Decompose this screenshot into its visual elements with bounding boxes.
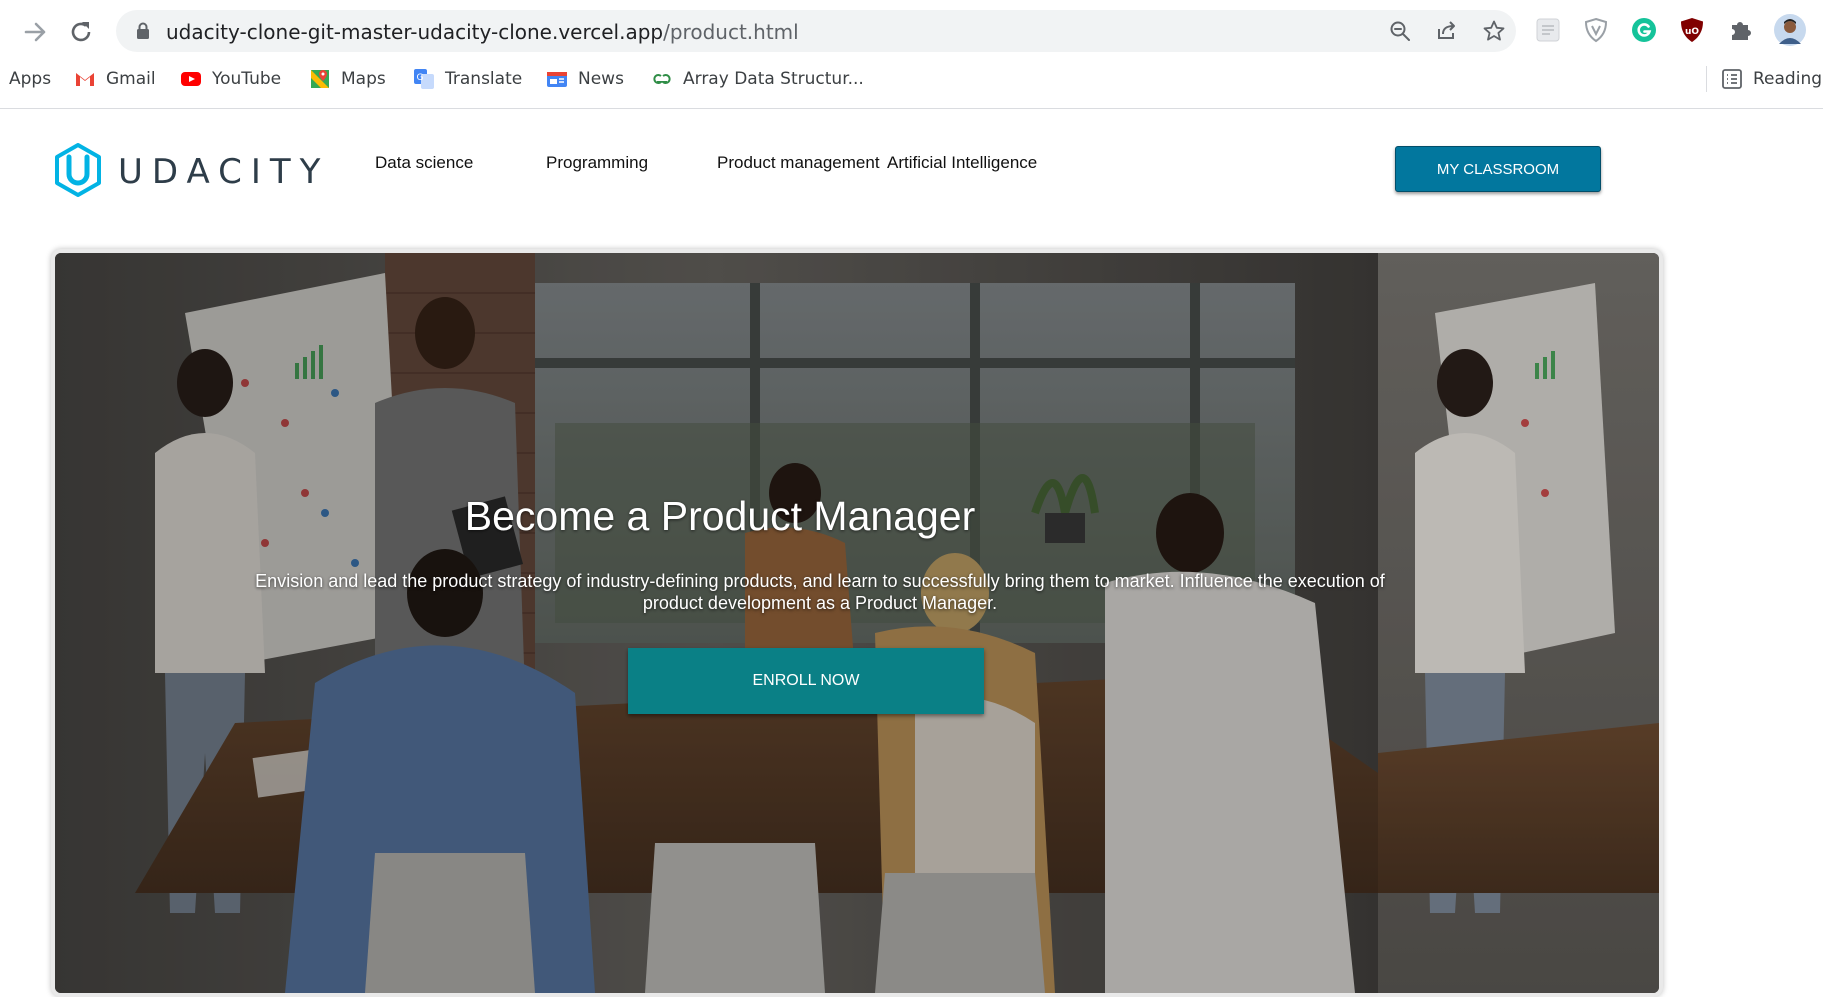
- hero-title: Become a Product Manager: [464, 493, 976, 539]
- bookmark-youtube[interactable]: YouTube: [180, 66, 281, 92]
- reload-icon[interactable]: [66, 17, 96, 47]
- udacity-logo[interactable]: UDACITY: [54, 142, 324, 202]
- nav-product-management[interactable]: Product management: [717, 153, 880, 173]
- hero-banner: Become a Product Manager Envision and le…: [51, 249, 1663, 997]
- bookmark-label: YouTube: [212, 69, 282, 89]
- puzzle-icon[interactable]: [1726, 16, 1754, 44]
- gmail-icon: [74, 68, 96, 90]
- svg-text:G: G: [417, 73, 424, 83]
- bookmark-label: Gmail: [106, 69, 156, 89]
- udacity-logo-icon: [54, 142, 102, 202]
- bookmark-gmail[interactable]: Gmail: [74, 66, 156, 92]
- my-classroom-button[interactable]: MY CLASSROOM: [1395, 146, 1601, 192]
- bookmark-label: Translate: [445, 69, 523, 89]
- forward-arrow-icon[interactable]: [20, 17, 50, 47]
- enroll-now-button[interactable]: ENROLL NOW: [628, 648, 984, 714]
- reading-list-button[interactable]: Reading: [1706, 66, 1822, 92]
- bookmark-news[interactable]: News: [546, 66, 624, 92]
- bookmark-array-data-structures[interactable]: Array Data Structur...: [651, 66, 864, 92]
- news-icon: [546, 68, 568, 90]
- lock-icon[interactable]: [136, 22, 150, 40]
- bookmark-maps[interactable]: Maps: [309, 66, 386, 92]
- extension-icon[interactable]: [1534, 16, 1562, 44]
- share-icon[interactable]: [1435, 19, 1459, 43]
- youtube-icon: [180, 68, 202, 90]
- bookmark-label: News: [578, 69, 624, 89]
- ublock-icon[interactable]: uO: [1678, 16, 1706, 44]
- star-icon[interactable]: [1482, 19, 1506, 43]
- geeksforgeeks-icon: [651, 68, 673, 90]
- shield-icon[interactable]: [1582, 16, 1610, 44]
- bookmark-translate[interactable]: G Translate: [413, 66, 522, 92]
- grammarly-icon[interactable]: [1630, 16, 1658, 44]
- hero-background-image: [55, 253, 1659, 993]
- profile-avatar[interactable]: [1774, 14, 1806, 46]
- bookmark-label: Apps: [9, 69, 52, 89]
- bookmark-label: Array Data Structur...: [683, 69, 864, 89]
- site-header: UDACITY Data science Programming Product…: [0, 109, 1823, 239]
- browser-chrome: udacity-clone-git-master-udacity-clone.v…: [0, 0, 1823, 109]
- bookmarks-bar: Apps Gmail YouTube Maps G Translate News…: [0, 62, 1823, 98]
- reading-list-icon: [1721, 68, 1743, 90]
- address-bar[interactable]: udacity-clone-git-master-udacity-clone.v…: [116, 10, 1516, 52]
- nav-data-science[interactable]: Data science: [375, 153, 473, 173]
- translate-icon: G: [413, 68, 435, 90]
- svg-text:uO: uO: [1685, 27, 1699, 37]
- zoom-icon[interactable]: [1388, 19, 1412, 43]
- url-text[interactable]: udacity-clone-git-master-udacity-clone.v…: [166, 20, 799, 44]
- bookmark-label: Maps: [341, 69, 386, 89]
- url-path: /product.html: [663, 20, 799, 44]
- reading-list-label: Reading: [1753, 69, 1823, 89]
- maps-icon: [309, 68, 331, 90]
- url-host: udacity-clone-git-master-udacity-clone.v…: [166, 20, 664, 44]
- nav-programming[interactable]: Programming: [546, 153, 648, 173]
- bookmark-apps[interactable]: Apps: [9, 66, 51, 92]
- logo-text: UDACITY: [118, 152, 330, 192]
- hero-description: Envision and lead the product strategy o…: [255, 571, 1385, 613]
- nav-artificial-intelligence[interactable]: Artificial Intelligence: [887, 153, 1037, 173]
